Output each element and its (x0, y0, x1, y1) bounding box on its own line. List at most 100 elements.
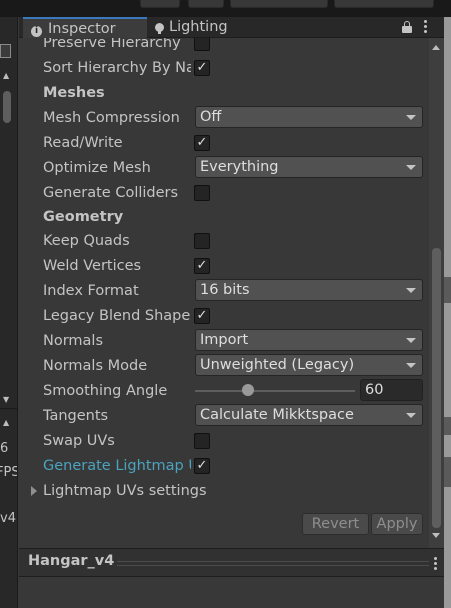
dropdown-value: 16 bits (200, 282, 250, 298)
layout-dropdown[interactable] (334, 0, 434, 8)
generate-lightmap-label: Generate Lightmap U (43, 458, 191, 474)
layers-dropdown[interactable] (230, 0, 328, 8)
normals-dropdown[interactable]: Import (195, 329, 423, 351)
tab-lighting[interactable]: Lighting (149, 17, 269, 38)
lightbulb-icon (155, 23, 164, 34)
apply-button[interactable]: Apply (371, 513, 423, 535)
optimize-mesh-row: Optimize Mesh Everything (19, 155, 429, 180)
legacy-blend-label: Legacy Blend Shape (43, 308, 191, 324)
keep-quads-row: Keep Quads (19, 228, 429, 253)
meshes-header-row: Meshes (19, 80, 429, 105)
tangents-label: Tangents (43, 408, 109, 424)
tab-bar: i Inspector Lighting (19, 17, 451, 38)
tangents-row: Tangents Calculate Mikktspace (19, 403, 429, 428)
scrollbar-thumb[interactable] (432, 248, 441, 528)
more-options-icon[interactable] (424, 20, 428, 35)
maximize-icon[interactable] (0, 44, 11, 58)
scene-view-edge (444, 17, 451, 608)
divider (0, 408, 17, 409)
weld-vertices-label: Weld Vertices (43, 258, 142, 274)
more-options-icon[interactable] (434, 557, 438, 572)
preserve-hierarchy-checkbox[interactable] (194, 38, 210, 51)
index-format-label: Index Format (43, 283, 139, 299)
geometry-header-row: Geometry (19, 204, 429, 229)
toolbar-button[interactable] (140, 0, 180, 8)
dropdown-value: Everything (200, 159, 279, 175)
index-format-row: Index Format 16 bits (19, 278, 429, 303)
weld-vertices-row: Weld Vertices ✓ (19, 253, 429, 278)
scroll-down-arrow-icon[interactable] (432, 533, 440, 538)
keep-quads-label: Keep Quads (43, 233, 130, 249)
generate-colliders-row: Generate Colliders (19, 180, 429, 205)
generate-colliders-label: Generate Colliders (43, 185, 179, 201)
chevron-down-icon (406, 363, 416, 368)
preview-header[interactable]: Hangar_v4 (19, 548, 444, 577)
foldout-arrow-icon[interactable] (31, 486, 37, 496)
tangents-dropdown[interactable]: Calculate Mikktspace (195, 404, 423, 426)
index-format-dropdown[interactable]: 16 bits (195, 279, 423, 301)
legacy-blend-row: Legacy Blend Shape ✓ (19, 303, 429, 328)
mesh-compression-dropdown[interactable]: Off (195, 106, 423, 128)
sort-hierarchy-checkbox[interactable]: ✓ (194, 60, 210, 76)
smoothing-angle-row: Smoothing Angle 60 (19, 378, 429, 403)
normals-row: Normals Import (19, 328, 429, 353)
revert-button[interactable]: Revert (302, 513, 369, 535)
meshes-header: Meshes (43, 85, 105, 101)
sort-hierarchy-label: Sort Hierarchy By Na (43, 60, 191, 76)
chevron-down-icon (406, 338, 416, 343)
optimize-mesh-dropdown[interactable]: Everything (195, 156, 423, 178)
keep-quads-checkbox[interactable] (194, 233, 210, 249)
generate-lightmap-checkbox[interactable]: ✓ (194, 458, 210, 474)
preserve-hierarchy-label: Preserve Hierarchy (43, 38, 181, 51)
smoothing-angle-slider-thumb[interactable] (241, 384, 254, 396)
scroll-up-arrow-icon[interactable]: ▲ (3, 71, 9, 80)
info-icon: i (31, 26, 42, 37)
inspector-scrollbar[interactable] (429, 38, 444, 548)
lock-icon[interactable] (402, 21, 412, 33)
swap-uvs-label: Swap UVs (43, 433, 115, 449)
dropdown-value: Calculate Mikktspace (200, 407, 354, 423)
read-write-row: Read/Write ✓ (19, 130, 429, 155)
scroll-up-arrow-icon[interactable] (432, 45, 440, 50)
normals-mode-dropdown[interactable]: Unweighted (Legacy) (195, 354, 423, 376)
scrollbar-thumb[interactable] (3, 91, 11, 123)
optimize-mesh-label: Optimize Mesh (43, 160, 151, 176)
generate-lightmap-row: Generate Lightmap U ✓ (19, 453, 429, 478)
scroll-up-arrow-icon[interactable]: ▲ (3, 418, 9, 427)
legacy-blend-checkbox[interactable]: ✓ (194, 308, 210, 324)
dropdown-value: Import (200, 332, 249, 348)
chevron-down-icon (406, 413, 416, 418)
dropdown-value: Off (200, 109, 222, 125)
tab-label: Lighting (169, 19, 228, 35)
dropdown-value: Unweighted (Legacy) (200, 357, 355, 373)
normals-mode-label: Normals Mode (43, 358, 148, 374)
normals-label: Normals (43, 333, 104, 349)
smoothing-angle-label: Smoothing Angle (43, 383, 168, 399)
left-value: v4 (0, 511, 16, 526)
smoothing-angle-slider-track[interactable] (195, 390, 355, 392)
read-write-checkbox[interactable]: ✓ (194, 135, 210, 151)
preview-title: Hangar_v4 (28, 553, 115, 569)
drag-handle[interactable] (117, 561, 429, 566)
tab-label: Inspector (48, 21, 116, 37)
normals-mode-row: Normals Mode Unweighted (Legacy) (19, 353, 429, 378)
toolbar-button[interactable] (188, 0, 224, 8)
mesh-compression-row: Mesh Compression Off (19, 105, 429, 130)
swap-uvs-row: Swap UVs (19, 428, 429, 453)
scroll-down-arrow-icon[interactable]: ▼ (3, 395, 9, 404)
lightmap-settings-foldout[interactable]: Lightmap UVs settings (19, 478, 429, 503)
preserve-hierarchy-row: Preserve Hierarchy (19, 38, 429, 55)
weld-vertices-checkbox[interactable]: ✓ (194, 258, 210, 274)
generate-colliders-checkbox[interactable] (194, 185, 210, 201)
geometry-header: Geometry (43, 209, 124, 225)
lightmap-settings-label: Lightmap UVs settings (43, 483, 207, 499)
left-panel: ▲ ▼ ▲ 6 FPS v4 (0, 17, 18, 608)
smoothing-angle-input[interactable]: 60 (360, 379, 423, 401)
tab-inspector[interactable]: i Inspector (23, 17, 147, 38)
swap-uvs-checkbox[interactable] (194, 433, 210, 449)
sort-hierarchy-row: Sort Hierarchy By Na ✓ (19, 55, 429, 80)
left-value: 6 (0, 441, 9, 456)
mesh-compression-label: Mesh Compression (43, 110, 180, 126)
chevron-down-icon (406, 115, 416, 120)
chevron-down-icon (406, 165, 416, 170)
